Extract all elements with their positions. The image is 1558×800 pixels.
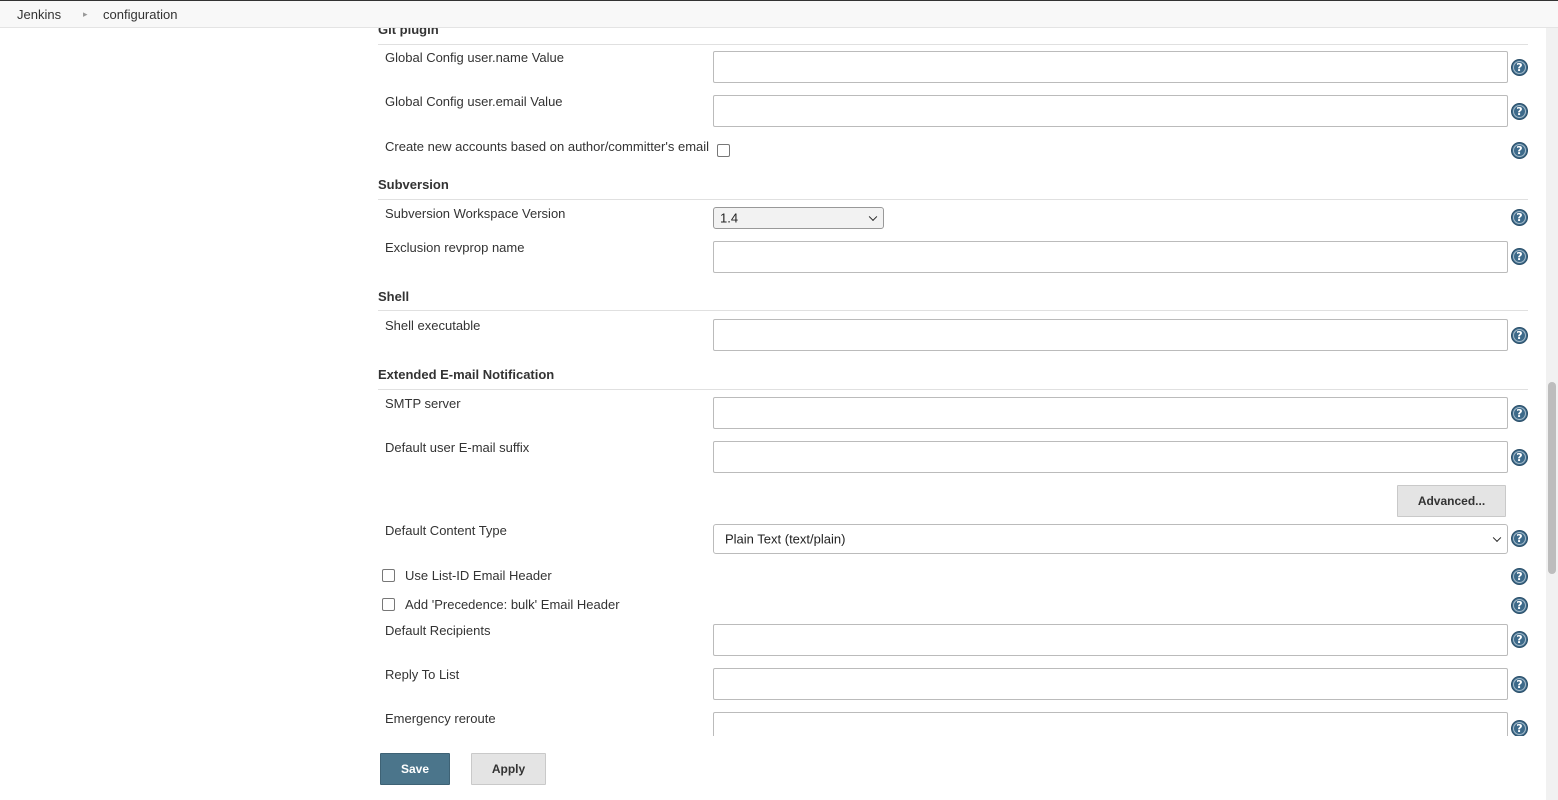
default-recipients-input[interactable] <box>713 624 1508 656</box>
git-user-email-label: Global Config user.email Value <box>385 94 563 109</box>
section-divider <box>378 44 1528 45</box>
advanced-button[interactable]: Advanced... <box>1397 485 1506 517</box>
help-icon[interactable] <box>1511 327 1528 344</box>
chevron-down-icon <box>868 212 878 222</box>
git-user-email-input[interactable] <box>713 95 1508 127</box>
section-divider <box>378 199 1528 200</box>
shell-executable-label: Shell executable <box>385 318 481 333</box>
list-id-checkbox[interactable] <box>382 569 395 582</box>
content-type-value: Plain Text (text/plain) <box>725 531 846 547</box>
precedence-label: Add 'Precedence: bulk' Email Header <box>405 597 620 612</box>
breadcrumb: Jenkins ▸ configuration <box>0 0 1558 28</box>
list-id-label: Use List-ID Email Header <box>405 568 552 583</box>
svn-exclusion-revprop-label: Exclusion revprop name <box>385 240 525 255</box>
content-type-select[interactable]: Plain Text (text/plain) <box>713 524 1508 554</box>
breadcrumb-separator-icon: ▸ <box>83 9 88 19</box>
shell-executable-input[interactable] <box>713 319 1508 351</box>
help-icon[interactable] <box>1511 631 1528 648</box>
smtp-server-label: SMTP server <box>385 396 461 411</box>
help-icon[interactable] <box>1511 248 1528 265</box>
help-icon[interactable] <box>1511 59 1528 76</box>
scrollbar-thumb[interactable] <box>1548 382 1556 574</box>
svn-exclusion-revprop-input[interactable] <box>713 241 1508 273</box>
email-suffix-input[interactable] <box>713 441 1508 473</box>
email-suffix-label: Default user E-mail suffix <box>385 440 530 455</box>
help-icon[interactable] <box>1511 209 1528 226</box>
git-user-name-input[interactable] <box>713 51 1508 83</box>
git-create-accounts-label: Create new accounts based on author/comm… <box>385 139 710 154</box>
reply-to-label: Reply To List <box>385 667 460 682</box>
section-title-shell: Shell <box>378 289 410 304</box>
help-icon[interactable] <box>1511 597 1528 614</box>
form-button-bar: Save Apply <box>0 736 1546 800</box>
chevron-down-icon <box>1492 533 1502 543</box>
help-icon[interactable] <box>1511 720 1528 736</box>
help-icon[interactable] <box>1511 103 1528 120</box>
help-icon[interactable] <box>1511 530 1528 547</box>
section-divider <box>378 389 1528 390</box>
precedence-checkbox[interactable] <box>382 598 395 611</box>
content-type-label: Default Content Type <box>385 523 507 538</box>
help-icon[interactable] <box>1511 449 1528 466</box>
emergency-reroute-label: Emergency reroute <box>385 711 496 726</box>
help-icon[interactable] <box>1511 568 1528 585</box>
breadcrumb-item-jenkins[interactable]: Jenkins <box>17 7 61 22</box>
section-divider <box>378 310 1528 311</box>
default-recipients-label: Default Recipients <box>385 623 491 638</box>
section-title-git: Git plugin <box>378 28 439 37</box>
git-create-accounts-checkbox[interactable] <box>717 144 730 157</box>
svn-workspace-version-select[interactable]: 1.4 <box>713 207 884 229</box>
section-title-email: Extended E-mail Notification <box>378 367 555 382</box>
breadcrumb-item-configuration[interactable]: configuration <box>103 7 177 22</box>
apply-button[interactable]: Apply <box>471 753 546 785</box>
page-scrollbar[interactable] <box>1546 28 1558 800</box>
save-button[interactable]: Save <box>380 753 450 785</box>
help-icon[interactable] <box>1511 405 1528 422</box>
emergency-reroute-input[interactable] <box>713 712 1508 736</box>
reply-to-input[interactable] <box>713 668 1508 700</box>
svn-workspace-version-value: 1.4 <box>720 210 739 226</box>
help-icon[interactable] <box>1511 142 1528 159</box>
config-form: Git plugin Global Config user.name Value… <box>0 28 1546 736</box>
section-title-subversion: Subversion <box>378 177 449 192</box>
svn-workspace-version-label: Subversion Workspace Version <box>385 206 566 221</box>
git-user-name-label: Global Config user.name Value <box>385 50 564 65</box>
help-icon[interactable] <box>1511 676 1528 693</box>
smtp-server-input[interactable] <box>713 397 1508 429</box>
